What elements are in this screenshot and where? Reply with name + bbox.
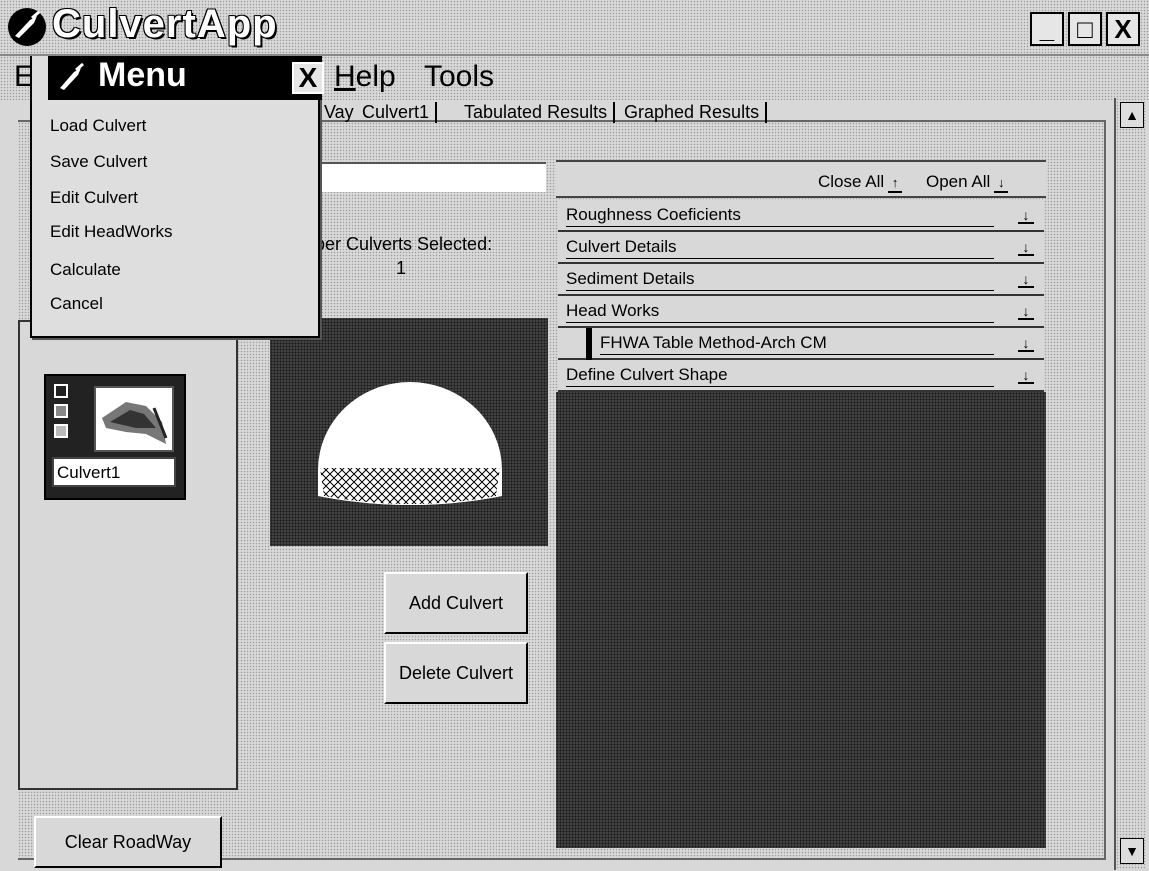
window-title: CulvertApp <box>52 2 278 46</box>
scroll-down-icon[interactable]: ▼ <box>1120 838 1144 864</box>
tree-indent-marker <box>586 328 592 360</box>
tab-graphed-results[interactable]: Graphed Results <box>618 102 768 123</box>
menu-item-calculate[interactable]: Calculate <box>50 260 121 280</box>
num-culverts-selected-label: mber Culverts Selected: <box>300 234 493 254</box>
menu-item-cancel[interactable]: Cancel <box>50 294 103 314</box>
num-culverts-selected-value: 1 <box>396 258 407 278</box>
section-sediment-details[interactable]: Sediment Details ↓ <box>558 264 1044 296</box>
app-logo-icon <box>6 6 48 48</box>
menu-help-mnemonic: H <box>334 60 356 93</box>
scroll-up-icon[interactable]: ▲ <box>1120 102 1144 128</box>
section-define-culvert-shape[interactable]: Define Culvert Shape ↓ <box>558 360 1044 392</box>
section-label: Sediment Details <box>566 269 695 288</box>
arch-culvert-shape-icon <box>318 382 502 505</box>
vertical-scrollbar[interactable]: ▲ ▼ <box>1114 98 1146 870</box>
expand-arrow-icon[interactable]: ↓ <box>1018 206 1034 224</box>
open-all-label: Open All <box>926 172 991 191</box>
divider <box>566 386 994 387</box>
menu-tools[interactable]: Tools <box>424 60 494 94</box>
menu-help[interactable]: Help <box>334 60 396 94</box>
expand-arrow-icon[interactable]: ↓ <box>1018 238 1034 256</box>
expand-arrow-icon[interactable]: ↓ <box>1018 270 1034 288</box>
menu-help-rest: elp <box>355 60 396 93</box>
clear-roadway-button[interactable]: Clear RoadWay <box>34 816 222 868</box>
menu-logo-icon <box>54 60 90 96</box>
arrow-down-icon: ↓ <box>994 175 1009 193</box>
section-fhwa-table-method[interactable]: FHWA Table Method-Arch CM ↓ <box>558 328 1044 360</box>
menu-item-load-culvert[interactable]: Load Culvert <box>50 116 146 136</box>
details-content-area <box>556 392 1046 848</box>
divider <box>566 322 994 323</box>
popup-menu-title-bar: Menu X <box>48 56 324 100</box>
maximize-button[interactable]: □ <box>1068 12 1102 46</box>
popup-menu-title: Menu <box>98 56 187 94</box>
details-header: Close All ↑ Open All ↓ <box>556 160 1046 198</box>
section-label: Define Culvert Shape <box>566 365 728 384</box>
checkbox-icon[interactable] <box>54 404 68 418</box>
divider <box>600 354 994 355</box>
popup-close-button[interactable]: X <box>292 62 324 94</box>
divider <box>566 226 994 227</box>
menu-item-edit-headworks[interactable]: Edit HeadWorks <box>50 222 173 242</box>
close-window-button[interactable]: X <box>1106 12 1140 46</box>
popup-menu: Menu X Load Culvert Save Culvert Edit Cu… <box>30 56 324 338</box>
details-panel: Close All ↑ Open All ↓ Roughness Coeficien… <box>556 160 1046 848</box>
expand-arrow-icon[interactable]: ↓ <box>1018 366 1034 384</box>
culvert-image-icon <box>94 386 174 452</box>
culvert-shape-preview <box>270 318 548 546</box>
tab-culvert1[interactable]: Culvert1 <box>356 102 438 123</box>
section-label: Culvert Details <box>566 237 677 256</box>
minimize-button[interactable]: _ <box>1030 12 1064 46</box>
section-roughness-coefficients[interactable]: Roughness Coeficients ↓ <box>558 200 1044 232</box>
culvert-thumbnail-name[interactable]: Culvert1 <box>52 457 176 487</box>
arrow-up-icon: ↑ <box>888 175 903 193</box>
checkbox-icon[interactable] <box>54 424 68 438</box>
checkbox-icon[interactable] <box>54 384 68 398</box>
section-label: Roughness Coeficients <box>566 205 741 224</box>
add-culvert-button[interactable]: Add Culvert <box>384 572 528 634</box>
tab-roadway[interactable]: Vay <box>318 102 360 123</box>
section-label: Head Works <box>566 301 660 320</box>
tab-tabulated-results[interactable]: Tabulated Results <box>458 102 616 123</box>
close-all-label: Close All <box>818 172 885 191</box>
title-bar: CulvertApp _ □ X <box>0 0 1149 56</box>
close-all-button[interactable]: Close All ↑ <box>818 172 903 193</box>
delete-culvert-button[interactable]: Delete Culvert <box>384 642 528 704</box>
section-culvert-details[interactable]: Culvert Details ↓ <box>558 232 1044 264</box>
open-all-button[interactable]: Open All ↓ <box>926 172 1009 193</box>
expand-arrow-icon[interactable]: ↓ <box>1018 334 1034 352</box>
expand-arrow-icon[interactable]: ↓ <box>1018 302 1034 320</box>
menu-item-edit-culvert[interactable]: Edit Culvert <box>50 188 138 208</box>
divider <box>566 290 994 291</box>
section-head-works[interactable]: Head Works ↓ <box>558 296 1044 328</box>
section-label: FHWA Table Method-Arch CM <box>600 333 827 352</box>
divider <box>566 258 994 259</box>
menu-item-save-culvert[interactable]: Save Culvert <box>50 152 147 172</box>
